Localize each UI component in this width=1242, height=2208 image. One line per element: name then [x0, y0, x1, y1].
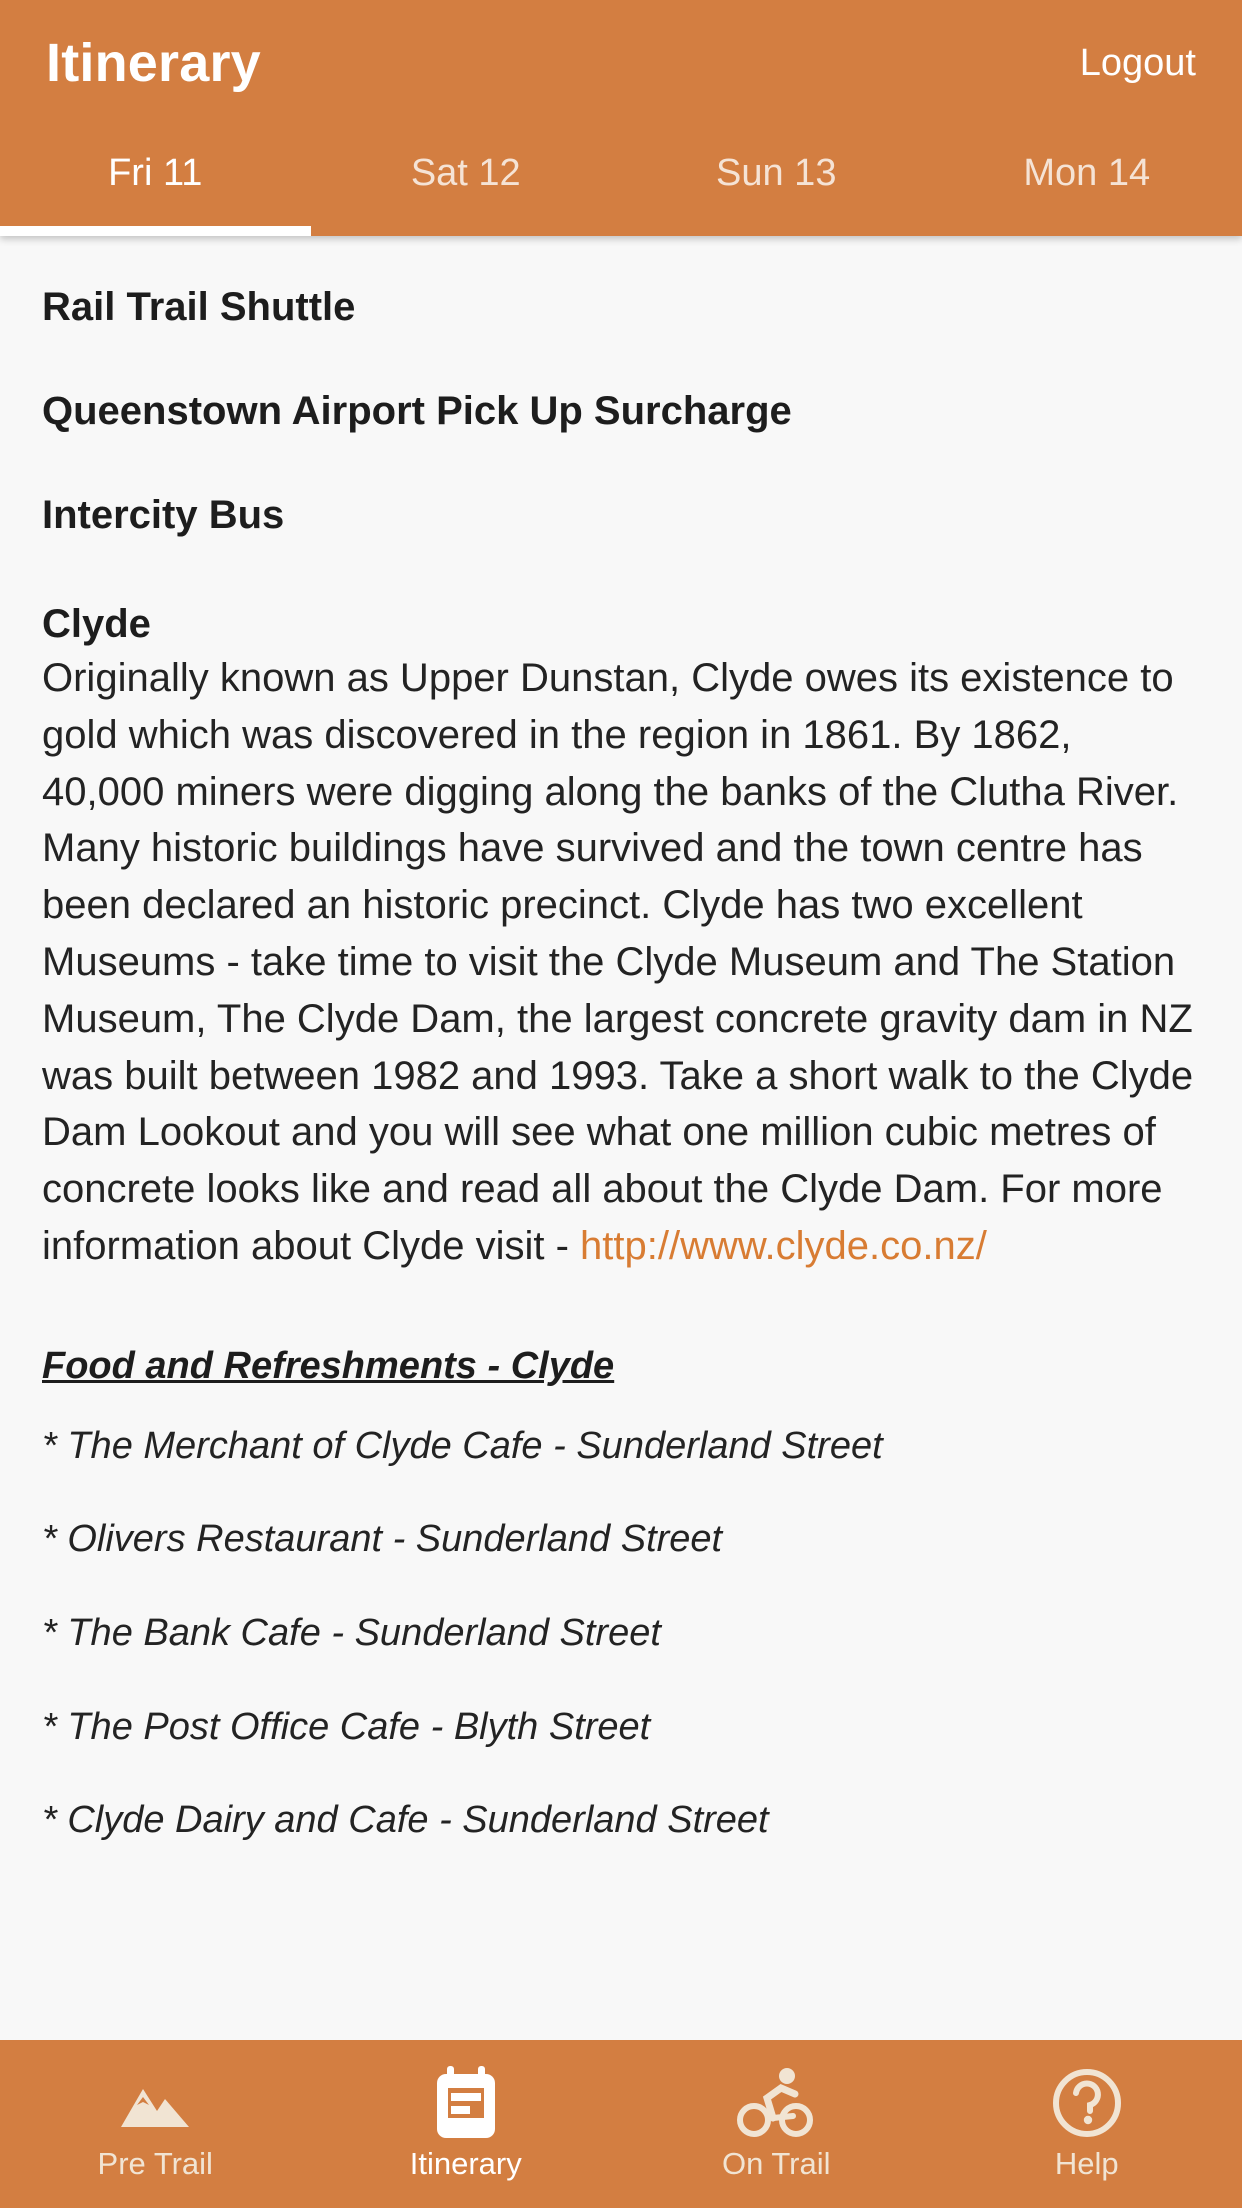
nav-item-help[interactable]: Help — [932, 2040, 1242, 2208]
list-item: * The Bank Cafe - Sunderland Street — [42, 1611, 661, 1654]
nav-item-pre-trail[interactable]: Pre Trail — [0, 2040, 311, 2208]
clyde-description-text: Originally known as Upper Dunstan, Clyde… — [42, 656, 1194, 1268]
app-bar: Itinerary Logout Fri 11 Sat 12 Sun 13 Mo… — [0, 0, 1242, 236]
tab-sun-13[interactable]: Sun 13 — [621, 126, 932, 236]
tab-label: Mon 14 — [1023, 152, 1151, 194]
logout-button[interactable]: Logout — [1080, 44, 1196, 82]
itinerary-item-queenstown-airport-surcharge[interactable]: Queenstown Airport Pick Up Surcharge — [42, 388, 1200, 434]
itinerary-item-rail-trail-shuttle[interactable]: Rail Trail Shuttle — [42, 284, 1200, 330]
clipboard-icon — [435, 2066, 497, 2140]
app-bar-top: Itinerary Logout — [0, 0, 1242, 126]
list-item: * The Post Office Cafe - Blyth Street — [42, 1705, 651, 1748]
tab-label: Sat 12 — [410, 152, 521, 194]
clyde-section: Clyde Originally known as Upper Dunstan,… — [42, 600, 1200, 1275]
app-screen: Itinerary Logout Fri 11 Sat 12 Sun 13 Mo… — [0, 0, 1242, 2208]
clyde-website-link[interactable]: http://www.clyde.co.nz/ — [580, 1224, 987, 1268]
clyde-description: Originally known as Upper Dunstan, Clyde… — [42, 650, 1200, 1275]
nav-item-on-trail[interactable]: On Trail — [621, 2040, 932, 2208]
itinerary-content[interactable]: Rail Trail Shuttle Queenstown Airport Pi… — [0, 236, 1242, 2040]
list-item: * Clyde Dairy and Cafe - Sunderland Stre… — [42, 1799, 769, 1842]
nav-label: Help — [1054, 2146, 1119, 2181]
nav-item-itinerary[interactable]: Itinerary — [311, 2040, 622, 2208]
tab-label: Sun 13 — [716, 152, 837, 194]
food-and-refreshments-heading: Food and Refreshments - Clyde — [42, 1344, 615, 1387]
tab-mon-14[interactable]: Mon 14 — [932, 126, 1242, 236]
mountain-icon — [117, 2066, 193, 2140]
tab-label: Fri 11 — [108, 152, 203, 194]
tab-sat-12[interactable]: Sat 12 — [311, 126, 622, 236]
page-title: Itinerary — [46, 33, 261, 93]
day-tab-bar: Fri 11 Sat 12 Sun 13 Mon 14 — [0, 126, 1242, 236]
clyde-heading: Clyde — [42, 602, 151, 646]
list-item: * The Merchant of Clyde Cafe - Sunderlan… — [42, 1424, 883, 1467]
tab-fri-11[interactable]: Fri 11 — [0, 126, 311, 236]
question-circle-icon — [1051, 2066, 1123, 2140]
nav-label: On Trail — [721, 2146, 831, 2181]
list-item: * Olivers Restaurant - Sunderland Street — [42, 1518, 723, 1561]
active-tab-indicator — [0, 226, 311, 236]
nav-label: Itinerary — [409, 2146, 522, 2181]
bottom-navigation: Pre Trail Itinerary On Trail Help — [0, 2040, 1242, 2208]
nav-label: Pre Trail — [97, 2146, 213, 2181]
itinerary-item-intercity-bus[interactable]: Intercity Bus — [42, 492, 1200, 538]
cyclist-icon — [737, 2066, 815, 2140]
